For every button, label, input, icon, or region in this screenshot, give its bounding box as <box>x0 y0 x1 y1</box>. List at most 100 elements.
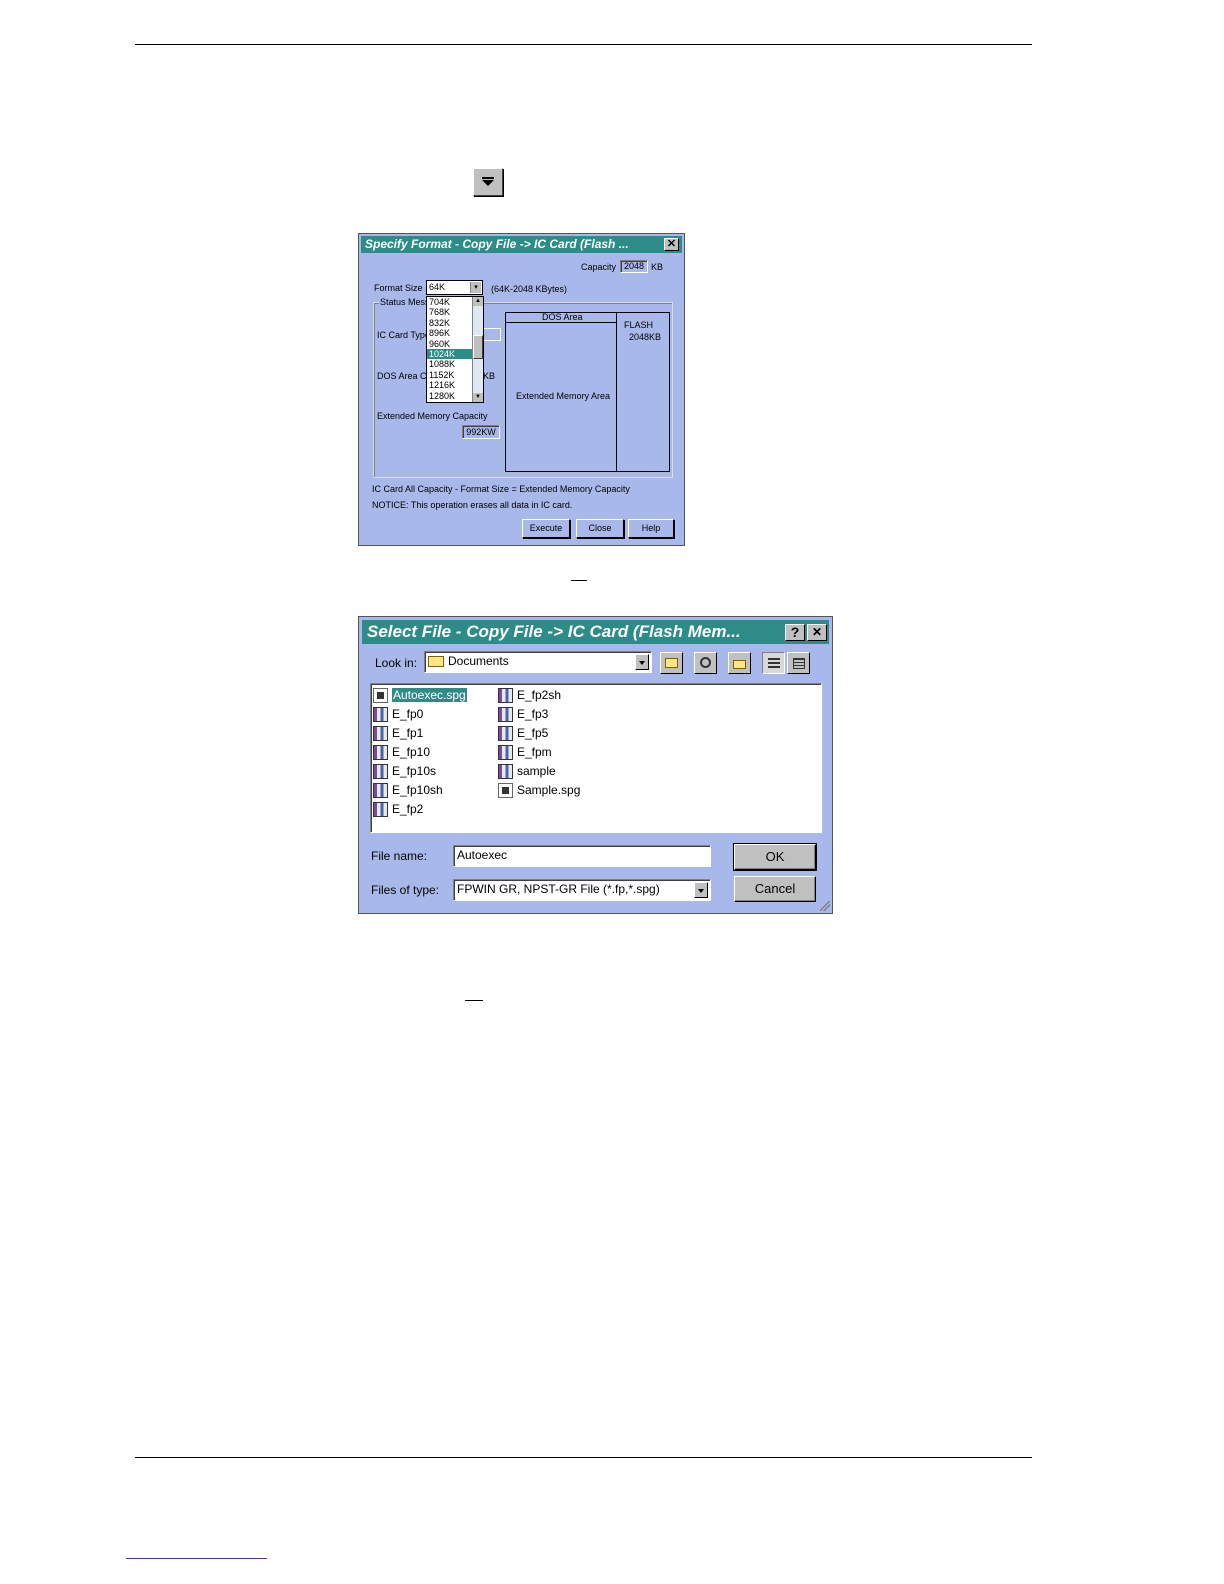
help-button[interactable]: Help <box>628 519 674 538</box>
list-item[interactable]: E_fp0 <box>373 706 423 724</box>
list-item[interactable]: E_fp2 <box>373 801 423 819</box>
footer-link-rule <box>126 1558 267 1559</box>
close-icon: ✕ <box>811 625 823 639</box>
desktop-button[interactable] <box>694 652 717 674</box>
list-item[interactable]: 1088K <box>427 359 472 369</box>
scroll-thumb[interactable] <box>473 335 483 359</box>
capacity-value: 2048 <box>620 260 648 273</box>
file-name: Sample.spg <box>517 783 581 797</box>
look-in-value: Documents <box>448 654 509 668</box>
close-dialog-button[interactable]: Close <box>576 519 624 538</box>
list-item[interactable]: 1280K <box>427 391 472 401</box>
project-file-icon <box>373 707 388 723</box>
dos-area-header: DOS Area <box>542 312 583 322</box>
status-message-label: Status Mess <box>379 297 431 307</box>
scroll-up-icon[interactable]: ▲ <box>473 297 483 306</box>
format-size-list[interactable]: 704K 768K 832K 896K 960K 1024K 1088K 1152K 1216K… <box>426 296 484 403</box>
list-item[interactable]: Autoexec.spg <box>373 687 467 705</box>
text-underline-1 <box>571 580 587 581</box>
dropdown-arrow-button[interactable] <box>473 168 503 196</box>
file-name: E_fp10sh <box>392 783 443 797</box>
list-item[interactable]: Sample.spg <box>498 782 580 800</box>
project-file-icon <box>373 783 388 799</box>
look-in-combo[interactable]: Documents <box>424 651 652 673</box>
list-item[interactable]: E_fp10s <box>373 763 436 781</box>
list-item[interactable]: 1024K <box>427 348 472 360</box>
list-item[interactable]: 768K <box>427 307 472 317</box>
details-view-icon <box>793 658 805 669</box>
ok-button[interactable]: OK <box>733 843 817 871</box>
project-file-icon <box>498 707 513 723</box>
project-file-icon <box>498 726 513 742</box>
file-name-label: File name: <box>371 849 428 863</box>
project-file-icon <box>373 745 388 761</box>
extended-memory-value: 992KW <box>462 425 500 439</box>
file-name: E_fp5 <box>517 726 549 740</box>
details-view-button[interactable] <box>787 652 810 674</box>
file-name: E_fp2 <box>392 802 424 816</box>
specify-format-dialog: Specify Format - Copy File -> IC Card (F… <box>358 233 685 546</box>
project-file-icon <box>498 688 513 704</box>
extended-memory-label: Extended Memory Capacity <box>377 411 488 421</box>
list-item[interactable]: E_fp1 <box>373 725 423 743</box>
resize-grip-icon[interactable] <box>820 901 830 911</box>
close-button[interactable]: ✕ <box>664 238 679 251</box>
list-item[interactable]: 1152K <box>427 370 472 380</box>
list-item[interactable]: E_fp3 <box>498 706 548 724</box>
scroll-down-icon[interactable]: ▼ <box>473 393 483 402</box>
select-file-dialog: Select File - Copy File -> IC Card (Flas… <box>358 616 833 914</box>
ic-card-type-label: IC Card Type <box>377 330 430 340</box>
flash-value: 2048KB <box>629 332 662 342</box>
format-size-label: Format Size <box>374 283 423 293</box>
list-item[interactable]: 832K <box>427 318 472 328</box>
formula-text: IC Card All Capacity - Format Size = Ext… <box>372 484 630 494</box>
close-title-button[interactable]: ✕ <box>807 624 827 641</box>
list-item[interactable]: E_fp10sh <box>373 782 443 800</box>
chevron-down-icon[interactable] <box>694 882 708 898</box>
list-scrollbar[interactable]: ▲ ▼ <box>472 297 483 402</box>
files-of-type-combo[interactable]: FPWIN GR, NPST-GR File (*.fp,*.spg) <box>453 879 711 901</box>
up-folder-button[interactable] <box>660 652 683 674</box>
files-of-type-label: Files of type: <box>371 883 440 897</box>
help-title-button[interactable]: ? <box>785 624 805 641</box>
capacity-label: Capacity <box>581 262 617 272</box>
list-item[interactable]: 1216K <box>427 380 472 390</box>
list-item[interactable]: E_fp10 <box>373 744 430 762</box>
list-item[interactable]: E_fp2sh <box>498 687 561 705</box>
list-item[interactable]: sample <box>498 763 556 781</box>
new-folder-button[interactable] <box>728 652 751 674</box>
title-bar: Specify Format - Copy File -> IC Card (F… <box>361 236 682 253</box>
list-view-button[interactable] <box>762 652 785 674</box>
project-file-icon <box>373 764 388 780</box>
execute-button[interactable]: Execute <box>522 519 570 538</box>
file-list[interactable]: Autoexec.spg E_fp0 E_fp1 E_fp10 E_fp10s E_fp1… <box>370 683 822 833</box>
extended-memory-area-label: Extended Memory Area <box>516 391 611 401</box>
chevron-down-icon <box>482 180 494 186</box>
spg-file-icon <box>498 783 513 799</box>
project-file-icon <box>373 726 388 742</box>
list-item[interactable]: 896K <box>427 328 472 338</box>
file-name: E_fp1 <box>392 726 424 740</box>
list-item[interactable]: 960K <box>427 339 472 349</box>
list-item[interactable]: 704K <box>427 297 472 307</box>
file-name: E_fp3 <box>517 707 549 721</box>
bottom-rule <box>135 1457 1032 1458</box>
notice-text: NOTICE: This operation erases all data i… <box>372 500 573 510</box>
dos-area-label: DOS Area C <box>377 371 427 381</box>
spg-file-icon <box>373 688 388 704</box>
close-icon: ✕ <box>666 238 677 250</box>
file-name: E_fp10 <box>392 745 431 759</box>
chevron-down-icon[interactable] <box>635 654 649 670</box>
bar-icon <box>482 177 494 179</box>
list-item[interactable]: E_fpm <box>498 744 552 762</box>
file-name-input[interactable]: Autoexec <box>453 845 711 867</box>
list-item[interactable]: E_fp5 <box>498 725 548 743</box>
file-name: E_fp10s <box>392 764 437 778</box>
format-size-combo[interactable]: 64K ▾ <box>426 280 483 295</box>
project-file-icon <box>373 802 388 818</box>
cancel-button[interactable]: Cancel <box>734 876 816 902</box>
title-bar: Select File - Copy File -> IC Card (Flas… <box>362 620 829 644</box>
new-folder-icon <box>733 660 746 669</box>
dos-area-unit: KB <box>483 371 496 381</box>
help-icon: ? <box>790 624 800 640</box>
